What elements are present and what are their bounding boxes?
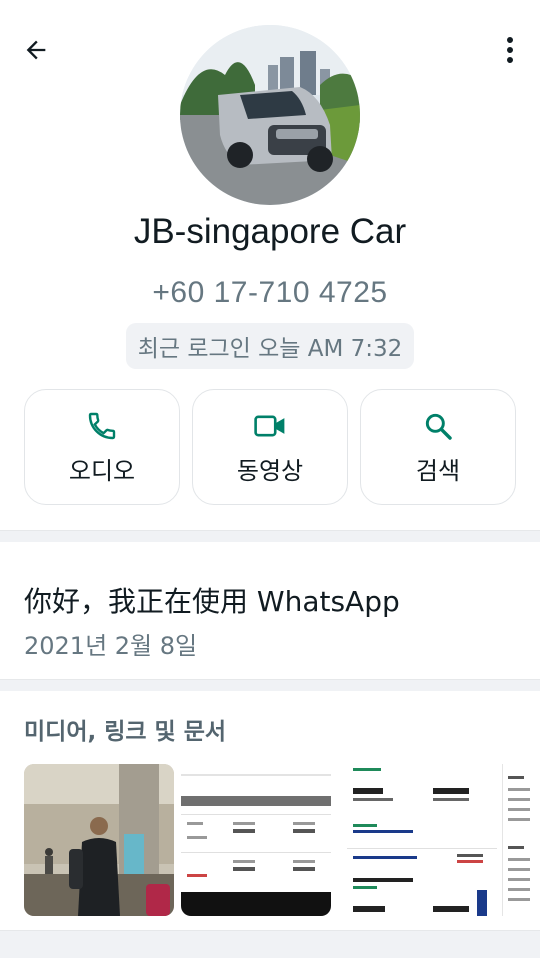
- phone-icon: [88, 412, 116, 439]
- video-call-label: 동영상: [236, 456, 304, 485]
- search-label: 검색: [415, 456, 461, 485]
- media-thumbnail-document[interactable]: [181, 764, 331, 916]
- contact-phone[interactable]: +60 17-710 4725: [0, 276, 540, 310]
- section-divider: [0, 679, 540, 691]
- more-vert-icon: [507, 37, 513, 63]
- media-section-title[interactable]: 미디어, 링크 및 문서: [24, 712, 226, 746]
- back-button[interactable]: [16, 30, 56, 70]
- video-camera-icon: [254, 415, 285, 436]
- media-thumbnail-document[interactable]: [500, 764, 540, 916]
- video-call-button[interactable]: 동영상: [192, 389, 348, 505]
- more-options-button[interactable]: [494, 30, 526, 70]
- last-seen-wrapper: 최근 로그인 오늘 AM 7:32: [0, 323, 540, 369]
- about-text: 你好，我正在使用 WhatsApp: [24, 585, 400, 618]
- contact-avatar[interactable]: [180, 25, 360, 205]
- last-seen-badge: 최근 로그인 오늘 AM 7:32: [125, 323, 415, 369]
- media-thumbnail-photo[interactable]: [24, 764, 174, 916]
- audio-call-label: 오디오: [68, 456, 136, 485]
- media-thumbnails: [24, 764, 540, 916]
- section-divider: [0, 930, 540, 958]
- action-buttons: 오디오 동영상 검색: [24, 389, 516, 505]
- contact-name: JB-singapore Car: [133, 212, 407, 251]
- search-icon: [425, 413, 452, 440]
- search-button[interactable]: 검색: [360, 389, 516, 505]
- section-divider: [0, 530, 540, 542]
- arrow-left-icon: [26, 40, 46, 60]
- media-thumbnail-document[interactable]: [347, 764, 497, 916]
- audio-call-button[interactable]: 오디오: [24, 389, 180, 505]
- about-date: 2021년 2월 8일: [24, 632, 198, 660]
